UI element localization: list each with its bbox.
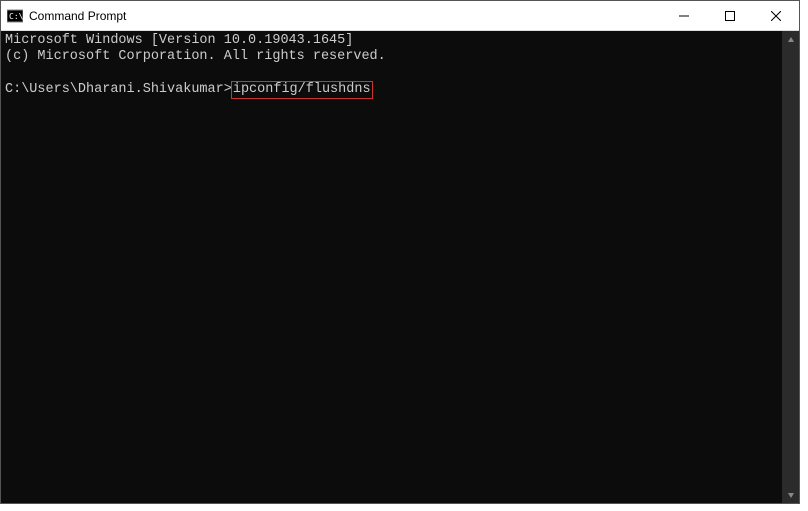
titlebar[interactable]: C:\ Command Prompt <box>1 1 799 31</box>
vertical-scrollbar[interactable] <box>782 31 799 503</box>
terminal-area[interactable]: Microsoft Windows [Version 10.0.19043.16… <box>1 31 799 503</box>
svg-text:C:\: C:\ <box>9 12 23 21</box>
scroll-up-arrow-icon[interactable] <box>782 31 799 48</box>
window-controls <box>661 1 799 30</box>
terminal-command: ipconfig/flushdns <box>233 82 371 97</box>
maximize-button[interactable] <box>707 1 753 30</box>
terminal-prompt: C:\Users\Dharani.Shivakumar> <box>5 82 232 97</box>
cmd-icon: C:\ <box>7 8 23 24</box>
window-title: Command Prompt <box>29 9 126 23</box>
terminal-content: Microsoft Windows [Version 10.0.19043.16… <box>1 31 782 503</box>
titlebar-left: C:\ Command Prompt <box>1 8 126 24</box>
terminal-prompt-line: C:\Users\Dharani.Shivakumar>ipconfig/flu… <box>5 81 778 99</box>
terminal-line-copyright: (c) Microsoft Corporation. All rights re… <box>5 49 386 64</box>
minimize-button[interactable] <box>661 1 707 30</box>
command-prompt-window: C:\ Command Prompt Microsoft Windows [Ve… <box>0 0 800 504</box>
terminal-line-version: Microsoft Windows [Version 10.0.19043.16… <box>5 33 353 48</box>
close-button[interactable] <box>753 1 799 30</box>
scroll-down-arrow-icon[interactable] <box>782 486 799 503</box>
command-highlight: ipconfig/flushdns <box>231 81 373 99</box>
